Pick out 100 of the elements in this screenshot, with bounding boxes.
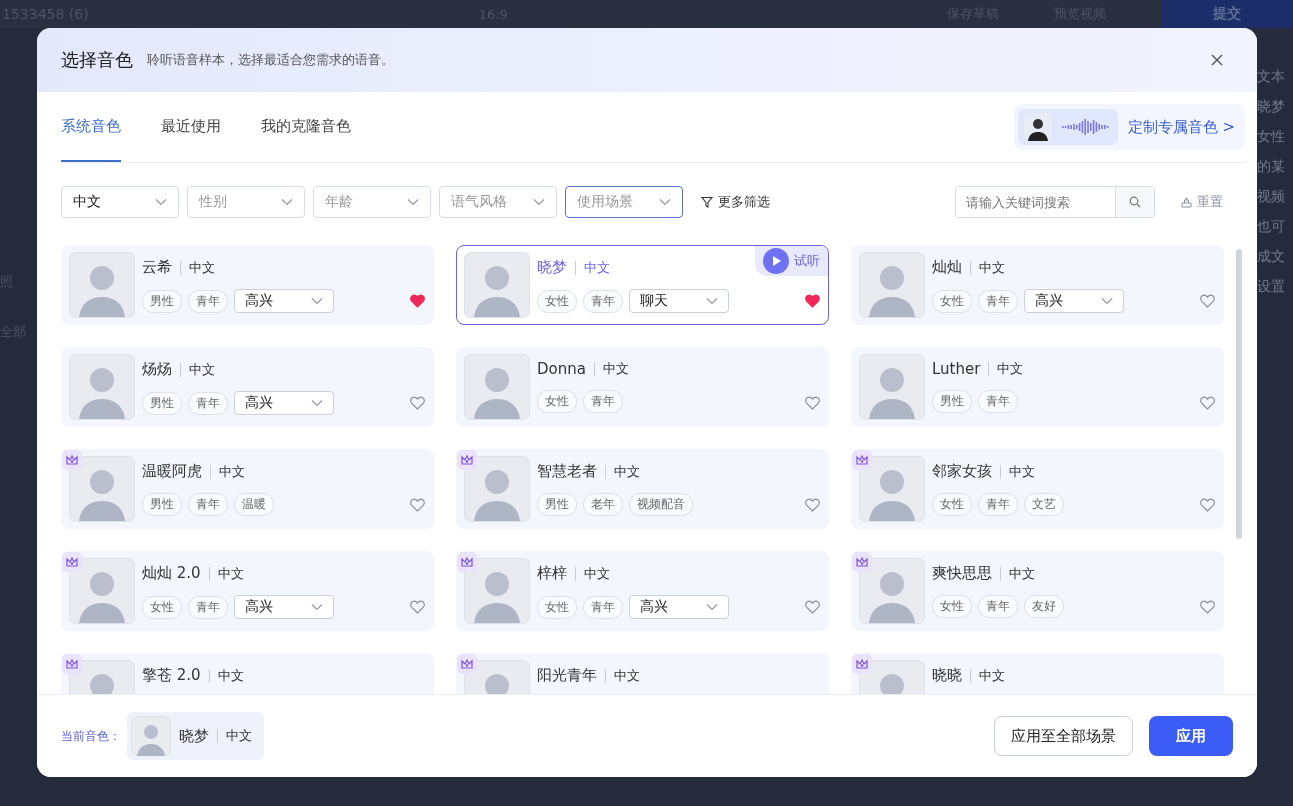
voice-language: 中文 xyxy=(602,360,629,378)
heart-icon[interactable] xyxy=(410,600,425,614)
voice-tag: 女性 xyxy=(932,493,972,516)
voice-card[interactable]: 邻家女孩 中文 女性 青年 文艺 xyxy=(851,449,1224,529)
voice-name: 炀炀 xyxy=(142,360,172,379)
voice-card[interactable]: Luther 中文 男性 青年 xyxy=(851,347,1224,427)
voice-language: 中文 xyxy=(584,564,610,583)
chevron-down-icon xyxy=(706,603,718,611)
voice-tag: 老年 xyxy=(583,493,623,516)
voice-card[interactable]: 温暖阿虎 中文 男性 青年 温暖 xyxy=(61,449,434,529)
voice-tag: 男性 xyxy=(932,390,972,413)
voice-card[interactable]: 灿灿 中文 女性 青年 高兴 xyxy=(851,245,1224,325)
voice-name: 爽快思思 xyxy=(932,564,992,583)
voice-name: Luther xyxy=(932,360,981,378)
voice-language: 中文 xyxy=(217,666,244,685)
close-icon[interactable] xyxy=(1211,54,1223,66)
voice-language: 中文 xyxy=(614,666,640,685)
voice-card[interactable]: 阳光青年 中文 xyxy=(456,653,829,694)
style-dropdown[interactable]: 高兴 xyxy=(234,289,334,313)
tab[interactable]: 我的克隆音色 xyxy=(261,92,351,162)
voice-language: 中文 xyxy=(189,360,215,379)
style-dropdown[interactable]: 高兴 xyxy=(234,391,334,415)
preview-button[interactable]: 试听 xyxy=(755,246,828,276)
chevron-down-icon xyxy=(311,603,323,611)
panel-text: 视频 xyxy=(1257,188,1285,206)
voice-card[interactable]: 爽快思思 中文 女性 青年 友好 xyxy=(851,551,1224,631)
voice-name: 灿灿 xyxy=(932,258,962,277)
panel-text: 成文 xyxy=(1257,248,1285,266)
voice-language: 中文 xyxy=(979,666,1005,685)
voice-tag: 青年 xyxy=(188,391,228,415)
tab[interactable]: 最近使用 xyxy=(161,92,221,162)
voice-tag: 青年 xyxy=(978,493,1018,516)
voice-card[interactable]: Donna 中文 女性 青年 xyxy=(456,347,829,427)
voice-tag: 女性 xyxy=(932,289,972,313)
voice-card[interactable]: 梓梓 中文 女性 青年 高兴 xyxy=(456,551,829,631)
voice-tag: 温暖 xyxy=(234,493,274,516)
voice-card[interactable]: 灿灿 2.0 中文 女性 青年 高兴 xyxy=(61,551,434,631)
voice-card[interactable]: 晓梦 中文 女性 青年 聊天 试听 xyxy=(456,245,829,325)
voice-card[interactable]: 擎苍 2.0 中文 xyxy=(61,653,434,694)
heart-icon[interactable] xyxy=(805,498,820,512)
voice-card[interactable]: 炀炀 中文 男性 青年 高兴 xyxy=(61,347,434,427)
voice-language: 中文 xyxy=(217,564,244,583)
voice-tag: 男性 xyxy=(142,493,182,516)
style-dropdown[interactable]: 聊天 xyxy=(629,289,729,313)
voice-tag: 女性 xyxy=(537,595,577,619)
apply-button[interactable]: 应用 xyxy=(1149,716,1233,756)
heart-icon[interactable] xyxy=(805,294,820,308)
voice-tag: 视频配音 xyxy=(629,493,693,516)
avatar-photo-placeholder xyxy=(69,558,135,624)
panel-text: 文本 xyxy=(1257,68,1285,86)
more-filters-button[interactable]: 更多筛选 xyxy=(695,192,776,212)
panel-text: 也可 xyxy=(1257,218,1285,236)
heart-icon[interactable] xyxy=(1200,498,1215,512)
voice-name: 智慧老者 xyxy=(537,462,597,481)
current-voice-name: 晓梦 xyxy=(179,726,209,746)
avatar-photo-placeholder xyxy=(69,252,135,318)
avatar-photo-placeholder xyxy=(859,354,925,420)
heart-icon[interactable] xyxy=(805,396,820,410)
voice-tag: 青年 xyxy=(583,390,623,413)
voice-card[interactable]: 智慧老者 中文 男性 老年 视频配音 xyxy=(456,449,829,529)
voice-tag: 女性 xyxy=(932,595,972,618)
voice-tag: 青年 xyxy=(188,289,228,313)
search-icon[interactable] xyxy=(1129,196,1141,208)
heart-icon[interactable] xyxy=(1200,396,1215,410)
style-dropdown[interactable]: 高兴 xyxy=(1024,289,1124,313)
voice-tag: 青年 xyxy=(583,595,623,619)
apply-all-button[interactable]: 应用至全部场景 xyxy=(994,716,1133,756)
heart-icon[interactable] xyxy=(1200,600,1215,614)
dialog-subtitle: 聆听语音样本，选择最适合您需求的语音。 xyxy=(147,51,394,69)
style-dropdown[interactable]: 高兴 xyxy=(234,595,334,619)
heart-icon[interactable] xyxy=(410,294,425,308)
voice-tag: 男性 xyxy=(142,289,182,313)
style-dropdown[interactable]: 高兴 xyxy=(629,595,729,619)
tab[interactable]: 系统音色 xyxy=(61,92,121,162)
heart-icon[interactable] xyxy=(410,396,425,410)
voice-language: 中文 xyxy=(979,258,1005,277)
voice-tag: 青年 xyxy=(583,289,623,313)
panel-text: 晓梦 xyxy=(1257,98,1285,116)
filter-dropdown[interactable]: 中文 xyxy=(61,186,179,218)
heart-icon[interactable] xyxy=(410,498,425,512)
search-field[interactable]: 请输入关键词搜索 xyxy=(955,186,1155,218)
voice-tag: 青年 xyxy=(978,390,1018,413)
voice-language: 中文 xyxy=(1009,462,1035,481)
avatar-photo-placeholder xyxy=(464,456,530,522)
avatar-photo-placeholder xyxy=(464,354,530,420)
voice-card[interactable]: 云希 中文 男性 青年 高兴 xyxy=(61,245,434,325)
heart-icon[interactable] xyxy=(1200,294,1215,308)
voice-tag: 文艺 xyxy=(1024,493,1064,516)
heart-icon[interactable] xyxy=(805,600,820,614)
voice-name: 邻家女孩 xyxy=(932,462,992,481)
custom-voice-button[interactable]: 定制专属音色 > xyxy=(1013,104,1245,150)
voice-language: 中文 xyxy=(997,360,1024,378)
voice-name: 阳光青年 xyxy=(537,666,597,685)
voice-name: 梓梓 xyxy=(537,564,567,583)
avatar-photo-placeholder xyxy=(464,558,530,624)
chevron-down-icon xyxy=(533,198,545,206)
voice-card[interactable]: 晓晓 中文 xyxy=(851,653,1224,694)
play-icon xyxy=(763,248,789,274)
chevron-down-icon xyxy=(659,198,671,206)
avatar-photo-placeholder xyxy=(859,558,925,624)
